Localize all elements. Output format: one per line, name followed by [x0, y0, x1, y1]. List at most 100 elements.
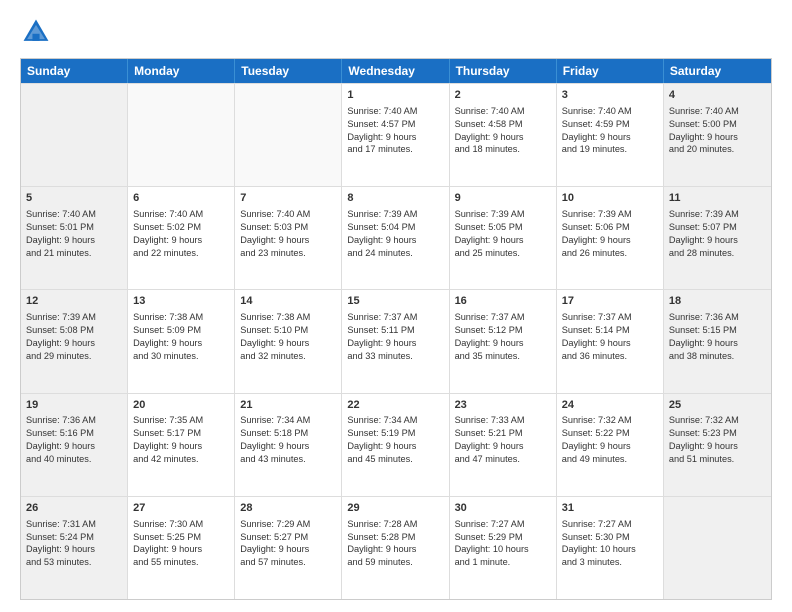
day-number: 13	[133, 294, 229, 309]
calendar-day-22[interactable]: 22Sunrise: 7:34 AM Sunset: 5:19 PM Dayli…	[342, 394, 449, 496]
day-info: Sunrise: 7:40 AM Sunset: 5:00 PM Dayligh…	[669, 105, 766, 157]
day-info: Sunrise: 7:27 AM Sunset: 5:30 PM Dayligh…	[562, 518, 658, 570]
calendar-header: SundayMondayTuesdayWednesdayThursdayFrid…	[21, 59, 771, 83]
calendar-day-10[interactable]: 10 Sunrise: 7:39 AM Sunset: 5:06 PM Dayli…	[557, 187, 664, 289]
day-number: 16	[455, 294, 551, 309]
calendar-day-12[interactable]: 12 Sunrise: 7:39 AM Sunset: 5:08 PM Dayli…	[21, 290, 128, 392]
calendar-day-23[interactable]: 23Sunrise: 7:33 AM Sunset: 5:21 PM Dayli…	[450, 394, 557, 496]
day-info: Sunrise: 7:39 AM Sunset: 5:05 PM Dayligh…	[455, 208, 551, 260]
day-info: Sunrise: 7:28 AM Sunset: 5:28 PM Dayligh…	[347, 518, 443, 570]
day-number: 8	[347, 191, 443, 206]
calendar-day-13[interactable]: 13 Sunrise: 7:38 AM Sunset: 5:09 PM Dayli…	[128, 290, 235, 392]
calendar-day-15[interactable]: 15Sunrise: 7:37 AM Sunset: 5:11 PM Dayli…	[342, 290, 449, 392]
day-info: Sunrise: 7:33 AM Sunset: 5:21 PM Dayligh…	[455, 414, 551, 466]
day-info: Sunrise: 7:39 AM Sunset: 5:06 PM Dayligh…	[562, 208, 658, 260]
day-info: Sunrise: 7:29 AM Sunset: 5:27 PM Dayligh…	[240, 518, 336, 570]
calendar-day-empty	[21, 84, 128, 186]
weekday-header-saturday: Saturday	[664, 59, 771, 83]
day-info: Sunrise: 7:31 AM Sunset: 5:24 PM Dayligh…	[26, 518, 122, 570]
day-number: 5	[26, 191, 122, 206]
logo-icon	[20, 16, 52, 48]
calendar-day-2[interactable]: 2 Sunrise: 7:40 AM Sunset: 4:58 PM Daylig…	[450, 84, 557, 186]
calendar-day-20[interactable]: 20Sunrise: 7:35 AM Sunset: 5:17 PM Dayli…	[128, 394, 235, 496]
day-info: Sunrise: 7:27 AM Sunset: 5:29 PM Dayligh…	[455, 518, 551, 570]
week-row-3: 12 Sunrise: 7:39 AM Sunset: 5:08 PM Dayli…	[21, 289, 771, 392]
calendar-day-14[interactable]: 14 Sunrise: 7:38 AM Sunset: 5:10 PM Dayli…	[235, 290, 342, 392]
day-info: Sunrise: 7:34 AM Sunset: 5:18 PM Dayligh…	[240, 414, 336, 466]
day-number: 7	[240, 191, 336, 206]
logo	[20, 16, 56, 48]
day-number: 25	[669, 398, 766, 413]
calendar-day-5[interactable]: 5 Sunrise: 7:40 AM Sunset: 5:01 PM Daylig…	[21, 187, 128, 289]
calendar-day-1[interactable]: 1Sunrise: 7:40 AM Sunset: 4:57 PM Daylig…	[342, 84, 449, 186]
day-number: 19	[26, 398, 122, 413]
day-info: Sunrise: 7:40 AM Sunset: 4:58 PM Dayligh…	[455, 105, 551, 157]
calendar-day-30[interactable]: 30 Sunrise: 7:27 AM Sunset: 5:29 PM Dayli…	[450, 497, 557, 599]
day-info: Sunrise: 7:32 AM Sunset: 5:22 PM Dayligh…	[562, 414, 658, 466]
calendar-day-9[interactable]: 9Sunrise: 7:39 AM Sunset: 5:05 PM Daylig…	[450, 187, 557, 289]
day-number: 14	[240, 294, 336, 309]
day-info: Sunrise: 7:40 AM Sunset: 5:01 PM Dayligh…	[26, 208, 122, 260]
calendar-day-27[interactable]: 27 Sunrise: 7:30 AM Sunset: 5:25 PM Dayli…	[128, 497, 235, 599]
week-row-4: 19Sunrise: 7:36 AM Sunset: 5:16 PM Dayli…	[21, 393, 771, 496]
day-number: 24	[562, 398, 658, 413]
calendar-day-4[interactable]: 4 Sunrise: 7:40 AM Sunset: 5:00 PM Daylig…	[664, 84, 771, 186]
calendar-day-3[interactable]: 3 Sunrise: 7:40 AM Sunset: 4:59 PM Daylig…	[557, 84, 664, 186]
day-number: 26	[26, 501, 122, 516]
day-info: Sunrise: 7:40 AM Sunset: 4:59 PM Dayligh…	[562, 105, 658, 157]
day-number: 4	[669, 88, 766, 103]
weekday-header-thursday: Thursday	[450, 59, 557, 83]
day-info: Sunrise: 7:35 AM Sunset: 5:17 PM Dayligh…	[133, 414, 229, 466]
calendar-day-26[interactable]: 26 Sunrise: 7:31 AM Sunset: 5:24 PM Dayli…	[21, 497, 128, 599]
day-number: 1	[347, 88, 443, 103]
calendar-day-31[interactable]: 31Sunrise: 7:27 AM Sunset: 5:30 PM Dayli…	[557, 497, 664, 599]
calendar-day-7[interactable]: 7 Sunrise: 7:40 AM Sunset: 5:03 PM Daylig…	[235, 187, 342, 289]
calendar-body: 1Sunrise: 7:40 AM Sunset: 4:57 PM Daylig…	[21, 83, 771, 599]
day-number: 12	[26, 294, 122, 309]
day-info: Sunrise: 7:39 AM Sunset: 5:07 PM Dayligh…	[669, 208, 766, 260]
calendar-day-28[interactable]: 28 Sunrise: 7:29 AM Sunset: 5:27 PM Dayli…	[235, 497, 342, 599]
day-number: 2	[455, 88, 551, 103]
calendar-day-11[interactable]: 11Sunrise: 7:39 AM Sunset: 5:07 PM Dayli…	[664, 187, 771, 289]
calendar-day-8[interactable]: 8 Sunrise: 7:39 AM Sunset: 5:04 PM Daylig…	[342, 187, 449, 289]
calendar-day-16[interactable]: 16Sunrise: 7:37 AM Sunset: 5:12 PM Dayli…	[450, 290, 557, 392]
calendar-day-21[interactable]: 21Sunrise: 7:34 AM Sunset: 5:18 PM Dayli…	[235, 394, 342, 496]
weekday-header-tuesday: Tuesday	[235, 59, 342, 83]
calendar-day-18[interactable]: 18Sunrise: 7:36 AM Sunset: 5:15 PM Dayli…	[664, 290, 771, 392]
calendar-day-17[interactable]: 17Sunrise: 7:37 AM Sunset: 5:14 PM Dayli…	[557, 290, 664, 392]
day-info: Sunrise: 7:38 AM Sunset: 5:09 PM Dayligh…	[133, 311, 229, 363]
calendar-day-6[interactable]: 6 Sunrise: 7:40 AM Sunset: 5:02 PM Daylig…	[128, 187, 235, 289]
calendar-day-24[interactable]: 24Sunrise: 7:32 AM Sunset: 5:22 PM Dayli…	[557, 394, 664, 496]
day-info: Sunrise: 7:34 AM Sunset: 5:19 PM Dayligh…	[347, 414, 443, 466]
calendar-day-25[interactable]: 25Sunrise: 7:32 AM Sunset: 5:23 PM Dayli…	[664, 394, 771, 496]
calendar-day-19[interactable]: 19Sunrise: 7:36 AM Sunset: 5:16 PM Dayli…	[21, 394, 128, 496]
weekday-header-monday: Monday	[128, 59, 235, 83]
day-number: 28	[240, 501, 336, 516]
page: SundayMondayTuesdayWednesdayThursdayFrid…	[0, 0, 792, 612]
day-number: 29	[347, 501, 443, 516]
day-number: 22	[347, 398, 443, 413]
day-info: Sunrise: 7:40 AM Sunset: 5:03 PM Dayligh…	[240, 208, 336, 260]
day-info: Sunrise: 7:39 AM Sunset: 5:04 PM Dayligh…	[347, 208, 443, 260]
calendar-day-empty	[128, 84, 235, 186]
day-number: 10	[562, 191, 658, 206]
calendar-day-empty	[235, 84, 342, 186]
calendar-day-29[interactable]: 29 Sunrise: 7:28 AM Sunset: 5:28 PM Dayli…	[342, 497, 449, 599]
day-info: Sunrise: 7:32 AM Sunset: 5:23 PM Dayligh…	[669, 414, 766, 466]
day-info: Sunrise: 7:36 AM Sunset: 5:15 PM Dayligh…	[669, 311, 766, 363]
day-number: 30	[455, 501, 551, 516]
week-row-5: 26 Sunrise: 7:31 AM Sunset: 5:24 PM Dayli…	[21, 496, 771, 599]
day-number: 21	[240, 398, 336, 413]
week-row-1: 1Sunrise: 7:40 AM Sunset: 4:57 PM Daylig…	[21, 83, 771, 186]
day-info: Sunrise: 7:39 AM Sunset: 5:08 PM Dayligh…	[26, 311, 122, 363]
day-info: Sunrise: 7:30 AM Sunset: 5:25 PM Dayligh…	[133, 518, 229, 570]
day-number: 27	[133, 501, 229, 516]
header	[20, 16, 772, 48]
day-number: 3	[562, 88, 658, 103]
day-number: 17	[562, 294, 658, 309]
day-number: 6	[133, 191, 229, 206]
day-info: Sunrise: 7:38 AM Sunset: 5:10 PM Dayligh…	[240, 311, 336, 363]
day-info: Sunrise: 7:40 AM Sunset: 5:02 PM Dayligh…	[133, 208, 229, 260]
day-info: Sunrise: 7:36 AM Sunset: 5:16 PM Dayligh…	[26, 414, 122, 466]
day-info: Sunrise: 7:37 AM Sunset: 5:11 PM Dayligh…	[347, 311, 443, 363]
